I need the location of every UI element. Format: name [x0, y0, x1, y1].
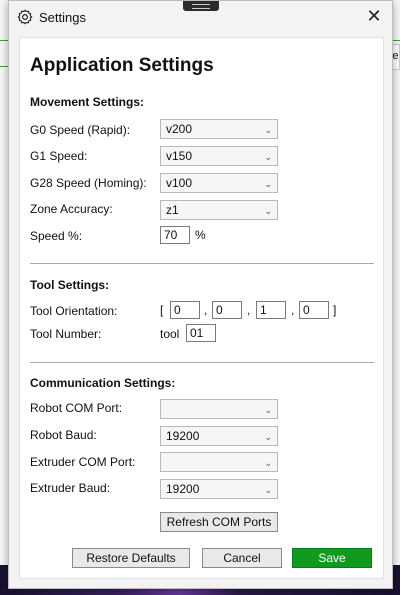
robot-baud-value: 19200 — [166, 429, 200, 443]
robot-baud-select[interactable]: 19200 ⌄ — [160, 426, 278, 446]
robot-baud-label: Robot Baud: — [30, 428, 97, 442]
zone-accuracy-label: Zone Accuracy: — [30, 202, 113, 216]
refresh-com-ports-button[interactable]: Refresh COM Ports — [160, 512, 278, 532]
speed-percent-input[interactable]: 70 — [160, 226, 190, 244]
chevron-down-icon: ⌄ — [264, 405, 272, 415]
tool-orientation-label: Tool Orientation: — [30, 304, 118, 318]
chevron-down-icon: ⌄ — [264, 206, 272, 216]
g0-speed-label: G0 Speed (Rapid): — [30, 123, 131, 137]
window-title: Settings — [39, 10, 86, 25]
save-button[interactable]: Save — [292, 548, 372, 568]
orientation-q4-input[interactable]: 0 — [299, 301, 329, 319]
extruder-baud-value: 19200 — [166, 482, 200, 496]
movement-section-title: Movement Settings: — [30, 95, 145, 109]
orientation-close-bracket: ] — [333, 303, 337, 317]
orientation-q3-input[interactable]: 1 — [256, 301, 286, 319]
orientation-separator: , — [247, 303, 251, 317]
chevron-down-icon: ⌄ — [264, 179, 272, 189]
orientation-q1-input[interactable]: 0 — [170, 301, 200, 319]
extruder-com-port-select[interactable]: ⌄ — [160, 452, 278, 472]
speed-percent-unit: % — [195, 228, 206, 242]
extruder-com-port-label: Extruder COM Port: — [30, 455, 136, 469]
g1-speed-label: G1 Speed: — [30, 149, 88, 163]
orientation-separator: , — [204, 303, 208, 317]
orientation-open-bracket: [ — [160, 303, 164, 317]
chevron-down-icon: ⌄ — [264, 432, 272, 442]
gear-icon — [17, 9, 33, 25]
tool-section-title: Tool Settings: — [30, 278, 110, 292]
g28-speed-label: G28 Speed (Homing): — [30, 176, 147, 190]
tool-number-label: Tool Number: — [30, 327, 102, 341]
chevron-down-icon: ⌄ — [264, 458, 272, 468]
robot-com-port-label: Robot COM Port: — [30, 401, 123, 415]
g28-speed-value: v100 — [166, 176, 193, 190]
g1-speed-value: v150 — [166, 149, 193, 163]
orientation-separator: , — [291, 303, 295, 317]
drag-handle[interactable] — [183, 1, 219, 11]
settings-panel: Application Settings Movement Settings: … — [19, 37, 384, 579]
orientation-q2-input[interactable]: 0 — [212, 301, 242, 319]
speed-percent-label: Speed %: — [30, 229, 83, 243]
chevron-down-icon: ⌄ — [264, 152, 272, 162]
zone-accuracy-select[interactable]: z1 ⌄ — [160, 200, 278, 220]
tool-number-prefix: tool — [160, 327, 180, 341]
close-button[interactable]: ✕ — [356, 1, 392, 33]
tool-number-input[interactable]: 01 — [186, 324, 216, 342]
page-title: Application Settings — [30, 55, 214, 76]
section-divider — [30, 263, 374, 264]
close-icon: ✕ — [366, 6, 382, 26]
extruder-baud-label: Extruder Baud: — [30, 481, 111, 495]
g1-speed-select[interactable]: v150 ⌄ — [160, 146, 278, 166]
restore-defaults-button[interactable]: Restore Defaults — [72, 548, 190, 568]
g28-speed-select[interactable]: v100 ⌄ — [160, 173, 278, 193]
extruder-baud-select[interactable]: 19200 ⌄ — [160, 479, 278, 499]
section-divider — [30, 362, 374, 363]
comm-section-title: Communication Settings: — [30, 376, 176, 390]
settings-dialog: Settings ✕ Application Settings Movement… — [8, 0, 393, 589]
cancel-button[interactable]: Cancel — [202, 548, 282, 568]
g0-speed-value: v200 — [166, 122, 193, 136]
chevron-down-icon: ⌄ — [264, 125, 272, 135]
robot-com-port-select[interactable]: ⌄ — [160, 399, 278, 419]
zone-accuracy-value: z1 — [166, 203, 179, 217]
chevron-down-icon: ⌄ — [264, 485, 272, 495]
g0-speed-select[interactable]: v200 ⌄ — [160, 119, 278, 139]
